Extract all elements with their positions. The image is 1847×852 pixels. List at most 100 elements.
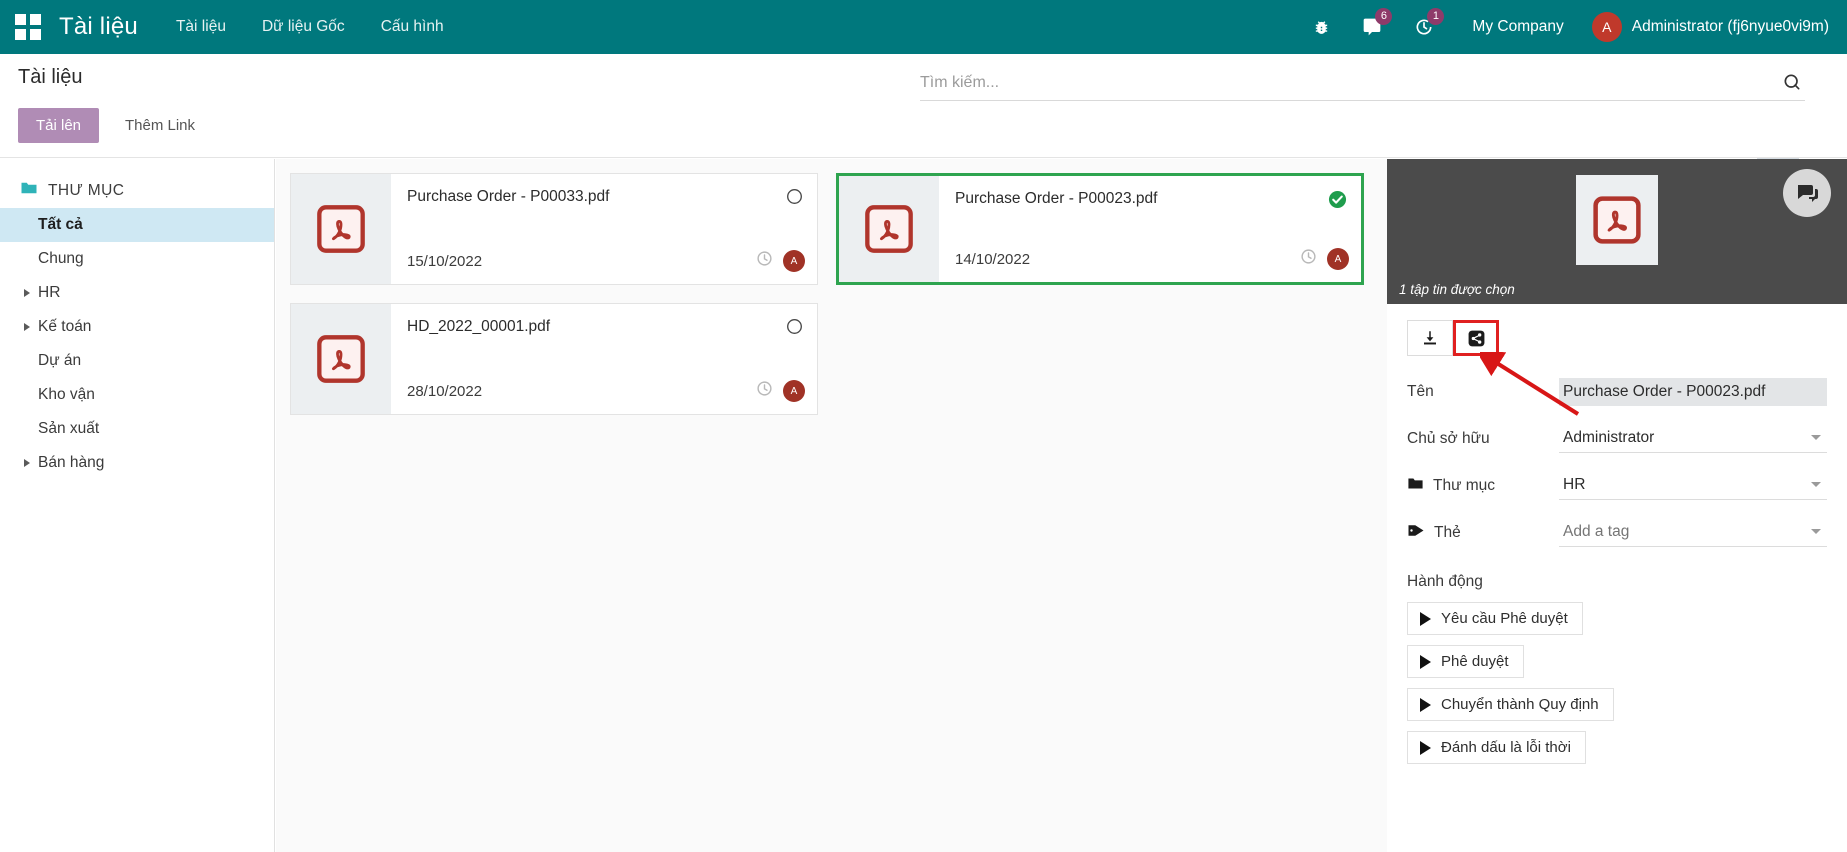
sidebar-item-label: HR xyxy=(38,284,60,301)
document-card[interactable]: Purchase Order - P00033.pdf 15/10/2022 A xyxy=(290,173,818,285)
folders-sidebar: THƯ MỤC Tất cả Chung HR Kế toán Dự án Kh… xyxy=(0,159,275,852)
sidebar-item-ban-hang[interactable]: Bán hàng xyxy=(0,446,274,480)
chevron-down-icon[interactable] xyxy=(1811,529,1821,534)
add-link-button[interactable]: Thêm Link xyxy=(115,108,205,143)
document-card[interactable]: HD_2022_00001.pdf 28/10/2022 A xyxy=(290,303,818,415)
sidebar-item-label: Kế toán xyxy=(38,318,91,335)
field-value-name xyxy=(1559,378,1827,406)
document-meta: A xyxy=(756,380,805,402)
search-icon[interactable] xyxy=(1778,68,1806,99)
action-label: Phê duyệt xyxy=(1441,653,1509,670)
request-approval-button[interactable]: Yêu cầu Phê duyệt xyxy=(1407,602,1583,635)
pdf-icon xyxy=(1576,175,1658,265)
sidebar-item-label: Sản xuất xyxy=(38,420,99,437)
sidebar-item-label: Kho vận xyxy=(38,386,95,403)
nav-menu: Tài liệu Dữ liệu Gốc Cấu hình xyxy=(176,18,444,36)
chevron-down-icon[interactable] xyxy=(1811,482,1821,487)
document-card-body: Purchase Order - P00023.pdf 14/10/2022 xyxy=(939,176,1361,282)
nav-item-master-data[interactable]: Dữ liệu Gốc xyxy=(262,18,345,36)
bug-icon[interactable] xyxy=(1297,0,1346,54)
document-date: 28/10/2022 xyxy=(407,383,482,400)
document-name: Purchase Order - P00023.pdf xyxy=(955,190,1345,208)
document-select-checkbox[interactable] xyxy=(786,188,803,210)
sidebar-item-chung[interactable]: Chung xyxy=(0,242,274,276)
actions-section-title: Hành động xyxy=(1387,551,1847,597)
document-name: Purchase Order - P00033.pdf xyxy=(407,188,801,206)
page-title: Tài liệu xyxy=(18,66,82,89)
document-meta: A xyxy=(1300,248,1349,270)
approve-button[interactable]: Phê duyệt xyxy=(1407,645,1524,678)
sidebar-header: THƯ MỤC xyxy=(0,173,274,208)
field-value-tags xyxy=(1559,518,1827,547)
download-button[interactable] xyxy=(1407,320,1453,356)
field-label-folder: Thư mục xyxy=(1407,477,1559,495)
sidebar-item-du-an[interactable]: Dự án xyxy=(0,344,274,378)
document-card-selected[interactable]: Purchase Order - P00023.pdf 14/10/2022 xyxy=(836,173,1364,285)
clock-icon xyxy=(756,250,773,272)
sidebar-item-kho-van[interactable]: Kho vận xyxy=(0,378,274,412)
play-icon xyxy=(1420,741,1431,755)
chevron-right-icon[interactable] xyxy=(24,459,30,467)
upload-button[interactable]: Tải lên xyxy=(18,108,99,143)
tag-icon xyxy=(1407,523,1425,543)
tags-input[interactable] xyxy=(1559,518,1827,546)
pdf-icon xyxy=(839,176,939,282)
sidebar-item-label: Dự án xyxy=(38,352,81,369)
chevron-right-icon[interactable] xyxy=(24,289,30,297)
sidebar-item-ke-toan[interactable]: Kế toán xyxy=(0,310,274,344)
activities-clock-icon[interactable]: 1 xyxy=(1398,0,1450,54)
apps-grid-icon[interactable] xyxy=(15,14,41,40)
field-row-name: Tên xyxy=(1387,374,1847,410)
avatar: A xyxy=(783,250,805,272)
folder-input[interactable] xyxy=(1559,471,1827,499)
document-inspector: 1 tập tin được chọn xyxy=(1387,159,1847,852)
document-select-checkbox[interactable] xyxy=(786,318,803,340)
nav-item-configuration[interactable]: Cấu hình xyxy=(381,18,444,36)
document-card-body: Purchase Order - P00033.pdf 15/10/2022 A xyxy=(391,174,817,284)
convert-to-regulation-button[interactable]: Chuyển thành Quy định xyxy=(1407,688,1614,721)
action-row: Đánh dấu là lỗi thời xyxy=(1387,726,1847,769)
sidebar-item-san-xuat[interactable]: Sản xuất xyxy=(0,412,274,446)
field-row-owner: Chủ sở hữu xyxy=(1387,420,1847,457)
folder-icon xyxy=(20,181,38,200)
field-label-owner: Chủ sở hữu xyxy=(1407,430,1559,448)
chevron-right-icon[interactable] xyxy=(24,323,30,331)
share-button[interactable] xyxy=(1453,320,1499,356)
sidebar-header-label: THƯ MỤC xyxy=(48,182,124,200)
nav-item-documents[interactable]: Tài liệu xyxy=(176,18,226,36)
messages-count-badge: 6 xyxy=(1375,8,1392,25)
document-date: 15/10/2022 xyxy=(407,253,482,270)
avatar: A xyxy=(783,380,805,402)
action-label: Đánh dấu là lỗi thời xyxy=(1441,739,1571,756)
sidebar-item-tat-ca[interactable]: Tất cả xyxy=(0,208,274,242)
field-row-tags: Thẻ xyxy=(1387,514,1847,551)
action-row: Yêu cầu Phê duyệt xyxy=(1387,597,1847,640)
sidebar-item-hr[interactable]: HR xyxy=(0,276,274,310)
chat-icon[interactable] xyxy=(1783,169,1831,217)
field-row-folder: Thư mục xyxy=(1387,467,1847,504)
field-label-tags: Thẻ xyxy=(1407,523,1559,543)
user-menu[interactable]: A Administrator (fj6nyue0vi9m) xyxy=(1586,12,1829,42)
name-input[interactable] xyxy=(1559,378,1827,406)
pdf-icon xyxy=(291,174,391,284)
owner-input[interactable] xyxy=(1559,424,1827,452)
search-area xyxy=(920,70,1805,101)
action-row: Chuyển thành Quy định xyxy=(1387,683,1847,726)
avatar: A xyxy=(1327,248,1349,270)
chevron-down-icon[interactable] xyxy=(1811,435,1821,440)
action-label: Yêu cầu Phê duyệt xyxy=(1441,610,1568,627)
messages-icon[interactable]: 6 xyxy=(1346,0,1398,54)
search-input[interactable] xyxy=(920,70,1805,101)
document-select-checkbox-checked[interactable] xyxy=(1328,190,1347,214)
company-selector[interactable]: My Company xyxy=(1450,18,1585,36)
document-cards-container: Purchase Order - P00033.pdf 15/10/2022 A xyxy=(290,173,1375,415)
clock-icon xyxy=(1300,248,1317,270)
activities-count-badge: 1 xyxy=(1427,8,1444,25)
top-navbar: Tài liệu Tài liệu Dữ liệu Gốc Cấu hình 6 xyxy=(0,0,1847,54)
sidebar-item-label: Tất cả xyxy=(38,216,83,233)
action-row: Phê duyệt xyxy=(1387,640,1847,683)
mark-as-obsolete-button[interactable]: Đánh dấu là lỗi thời xyxy=(1407,731,1586,764)
sidebar-item-label: Chung xyxy=(38,250,84,267)
avatar: A xyxy=(1592,12,1622,42)
app-root: Tài liệu Tài liệu Dữ liệu Gốc Cấu hình 6 xyxy=(0,0,1847,852)
